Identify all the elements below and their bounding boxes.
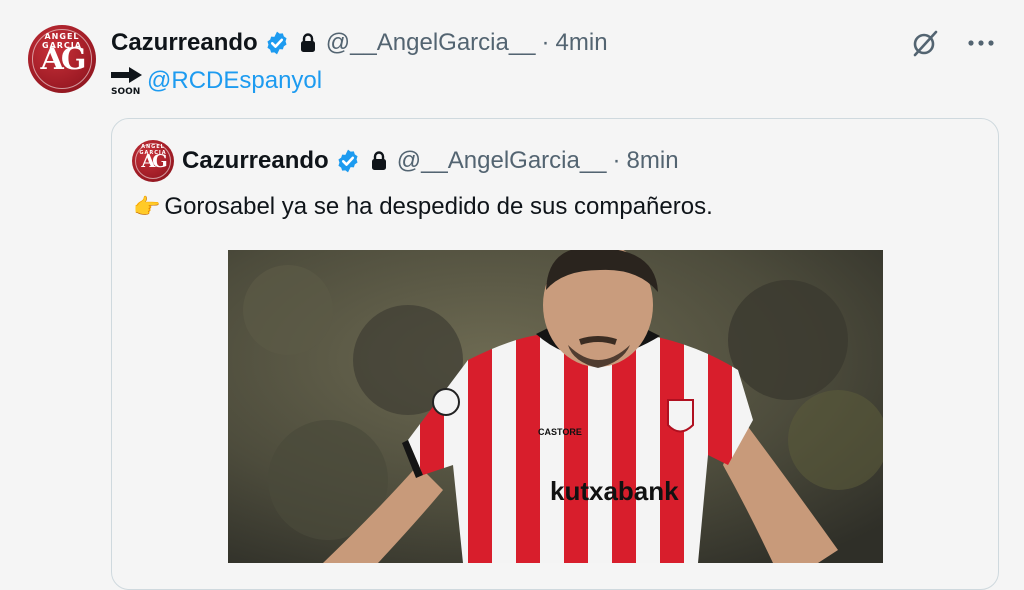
- sponsor-text: kutxabank: [550, 476, 679, 506]
- grok-button[interactable]: [910, 28, 940, 58]
- tweet-header: Cazurreando @__AngelGarcia__ · 4min: [111, 27, 608, 59]
- quoted-author-handle[interactable]: @__AngelGarcia__: [397, 147, 607, 175]
- quoted-tweet-body: Gorosabel ya se ha despedido de sus comp…: [164, 193, 713, 220]
- avatar-monogram: AG: [40, 41, 87, 77]
- quoted-tweet-time[interactable]: 8min: [627, 147, 679, 175]
- football-player-photo: kutxabank CASTORE: [228, 250, 883, 563]
- lock-icon: [300, 33, 315, 52]
- verified-badge-icon: [338, 149, 358, 173]
- soon-arrow-icon: SOON: [111, 65, 145, 97]
- quoted-tweet-media[interactable]: kutxabank CASTORE: [228, 250, 883, 563]
- kit-brand-text: CASTORE: [538, 427, 582, 437]
- champions-league-badge-icon: [432, 388, 460, 416]
- tweet-time[interactable]: 4min: [556, 29, 608, 57]
- tweet-actions: [910, 28, 996, 58]
- tweet-text: SOON @RCDEspanyol: [111, 63, 322, 99]
- right-arrow-icon: [111, 67, 142, 83]
- quoted-tweet-text: 👉 Gorosabel ya se ha despedido de sus co…: [133, 190, 713, 224]
- soon-label: SOON: [111, 87, 141, 97]
- author-display-name[interactable]: Cazurreando: [111, 29, 258, 57]
- separator-dot: ·: [541, 29, 550, 56]
- separator-dot: ·: [612, 147, 621, 174]
- quoted-author-display-name[interactable]: Cazurreando: [182, 147, 329, 175]
- lock-icon: [371, 151, 386, 170]
- more-dots-icon: [968, 40, 994, 46]
- quoted-author-avatar[interactable]: ANGEL GARCIA AG: [132, 140, 174, 182]
- club-crest-icon: [667, 399, 694, 433]
- pointing-hand-emoji: 👉: [133, 194, 161, 219]
- avatar-monogram: AG: [141, 150, 167, 172]
- quoted-tweet-header: Cazurreando @__AngelGarcia__ · 8min: [182, 145, 679, 177]
- mention-link[interactable]: @RCDEspanyol: [147, 67, 322, 95]
- slash-circle-icon: [913, 30, 938, 57]
- verified-badge-icon: [267, 31, 287, 55]
- author-avatar[interactable]: ANGEL GARCIA AG: [28, 25, 96, 93]
- more-options-button[interactable]: [966, 28, 996, 58]
- author-handle[interactable]: @__AngelGarcia__: [326, 29, 536, 57]
